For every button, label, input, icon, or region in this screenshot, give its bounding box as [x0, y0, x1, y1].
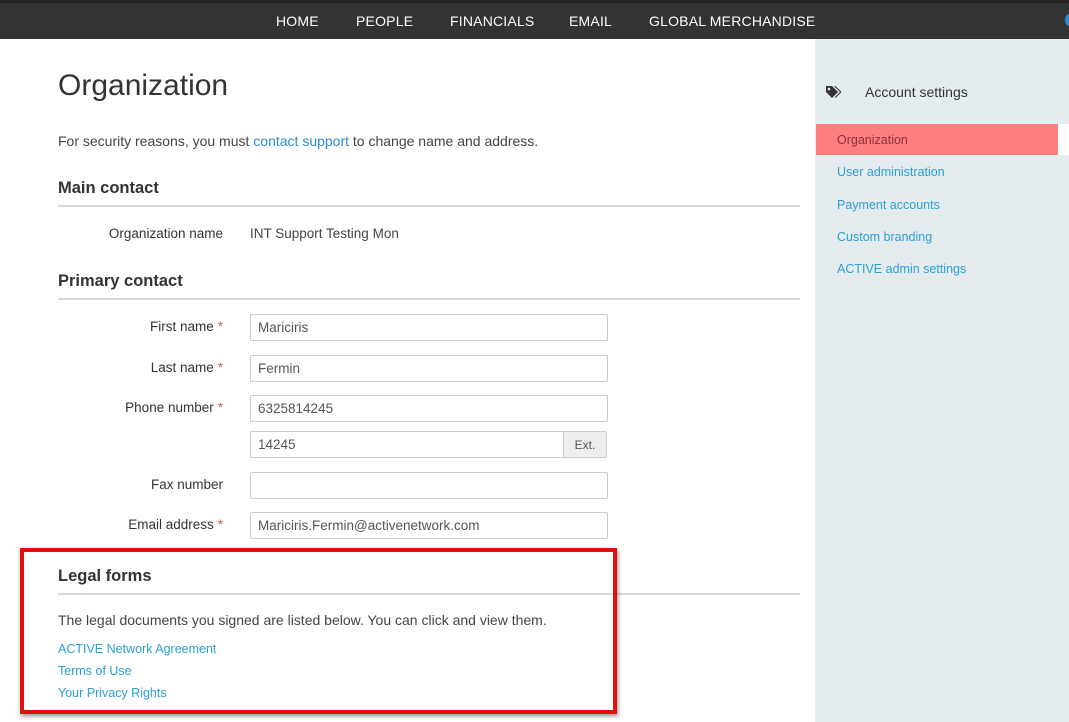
organization-name-value: INT Support Testing Mon	[250, 226, 399, 241]
sidebar-item-payment-accounts[interactable]: Payment accounts	[837, 198, 940, 212]
main-contact-heading: Main contact	[58, 179, 159, 197]
nav-home[interactable]: HOME	[276, 13, 319, 29]
sidebar-item-active-admin-settings[interactable]: ACTIVE admin settings	[837, 262, 966, 276]
extension-addon-label: Ext.	[563, 432, 606, 457]
first-name-label-text: First name	[149, 319, 214, 334]
security-notice-text: For security reasons, you must	[58, 133, 254, 149]
top-navigation: HOME PEOPLE FINANCIALS EMAIL GLOBAL MERC…	[0, 0, 1069, 39]
active-network-agreement-link[interactable]: ACTIVE Network Agreement	[58, 642, 216, 656]
section-divider	[58, 205, 800, 207]
fax-number-label: Fax number	[150, 477, 223, 492]
phone-number-label: Phone number *	[125, 400, 223, 415]
nav-global-merchandise[interactable]: GLOBAL MERCHANDISE	[649, 13, 815, 29]
security-notice-text-end: to change name and address.	[349, 133, 539, 149]
nav-financials[interactable]: FINANCIALS	[450, 13, 534, 29]
email-address-label-text: Email address	[128, 517, 214, 532]
first-name-label: First name *	[150, 319, 223, 334]
legal-forms-description: The legal documents you signed are liste…	[58, 612, 547, 628]
legal-forms-heading: Legal forms	[58, 567, 152, 585]
sidebar-item-user-administration[interactable]: User administration	[837, 165, 945, 179]
first-name-input[interactable]	[250, 314, 608, 341]
contact-support-link[interactable]: contact support	[253, 133, 349, 149]
phone-extension-input[interactable]	[251, 432, 563, 457]
required-marker: *	[217, 400, 223, 415]
last-name-label-text: Last name	[150, 360, 214, 375]
privacy-rights-link[interactable]: Your Privacy Rights	[58, 686, 167, 700]
email-address-input[interactable]	[250, 512, 608, 539]
section-divider	[58, 298, 800, 300]
sidebar-heading-label: Account settings	[865, 84, 968, 100]
last-name-input[interactable]	[250, 355, 608, 382]
main-content: Organization For security reasons, you m…	[0, 39, 815, 722]
fax-number-input[interactable]	[250, 472, 608, 499]
required-marker: *	[217, 360, 223, 375]
nav-email[interactable]: EMAIL	[569, 13, 612, 29]
nav-people[interactable]: PEOPLE	[356, 13, 413, 29]
phone-number-input[interactable]	[250, 395, 608, 422]
sidebar-heading: Account settings	[825, 84, 968, 100]
nav-overflow-icon[interactable]	[1065, 14, 1069, 26]
sidebar-item-custom-branding[interactable]: Custom branding	[837, 230, 932, 244]
page-title: Organization	[58, 69, 229, 102]
required-marker: *	[217, 517, 223, 532]
phone-number-label-text: Phone number	[125, 400, 214, 415]
account-settings-sidebar: Account settings Organization User admin…	[815, 39, 1069, 722]
required-marker: *	[217, 319, 223, 334]
sidebar-item-organization[interactable]: Organization	[837, 133, 908, 147]
last-name-label: Last name *	[151, 360, 223, 375]
email-address-label: Email address *	[128, 517, 223, 532]
primary-contact-heading: Primary contact	[58, 272, 183, 290]
section-divider	[58, 593, 800, 595]
phone-extension-group: Ext.	[250, 431, 607, 458]
security-notice: For security reasons, you must contact s…	[58, 133, 538, 149]
terms-of-use-link[interactable]: Terms of Use	[58, 664, 132, 678]
tags-icon	[826, 86, 842, 98]
organization-name-label: Organization name	[108, 226, 223, 241]
sidebar-active-tab-edge	[1058, 124, 1069, 155]
